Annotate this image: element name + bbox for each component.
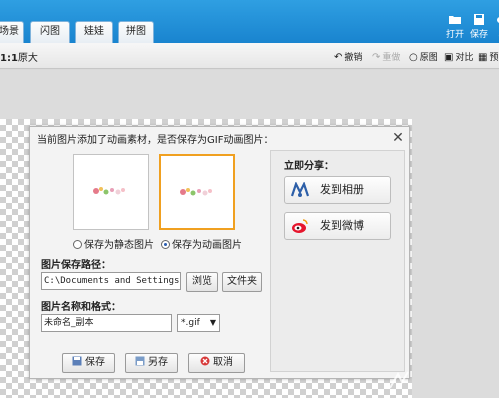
open-label: 打开 <box>445 30 464 40</box>
preview-icon: ▦ <box>478 52 488 63</box>
radio-circle <box>73 240 82 249</box>
cancel-label: 取消 <box>213 357 233 368</box>
share-album-button[interactable]: 发到相册 <box>284 176 391 204</box>
original-label: 原图 <box>419 53 438 63</box>
close-icon[interactable]: ✕ <box>391 131 405 145</box>
animated-preview-thumbnail[interactable] <box>159 154 235 230</box>
preview-art <box>180 188 212 196</box>
album-icon <box>291 182 309 197</box>
radio-circle-selected <box>161 240 170 249</box>
compare-icon: ▣ <box>444 52 454 63</box>
static-preview-thumbnail[interactable] <box>73 154 149 230</box>
save-as-button[interactable]: 另存 <box>125 353 178 373</box>
weibo-icon <box>292 219 308 233</box>
save-button[interactable]: 保存 <box>62 353 115 373</box>
open-button[interactable]: 打开 <box>442 14 468 40</box>
toolbar: 1:1原大 ↶ 撤销 ↷ 重做 ○ 原图 ▣ 对比 ▦ 预 <box>0 43 499 69</box>
top-bar: 场景 闪图 娃娃 拼图 打开 保存 着 <box>0 0 499 43</box>
save-path-input[interactable]: C:\Documents and Settings\Ac <box>41 272 181 290</box>
undo-button[interactable]: ↶ 撤销 <box>334 50 362 63</box>
cancel-button[interactable]: 取消 <box>188 353 245 373</box>
browse-button[interactable]: 浏览 <box>186 272 218 292</box>
zoom-label: 原大 <box>17 53 38 64</box>
redo-label: 重做 <box>382 53 401 63</box>
redo-icon: ↷ <box>372 52 381 63</box>
format-select[interactable]: *.gif ▼ <box>177 314 220 332</box>
circle-icon: ○ <box>409 52 418 63</box>
compare-button[interactable]: ▣ 对比 <box>444 50 473 63</box>
original-button[interactable]: ○ 原图 <box>409 50 438 63</box>
share-title: 立即分享： <box>284 161 334 172</box>
save-gif-dialog: 当前图片添加了动画素材，是否保存为GIF动画图片： ✕ 保存为静态图片 保存为动… <box>29 126 410 379</box>
share-weibo-button[interactable]: 发到微博 <box>284 212 391 240</box>
cancel-icon <box>200 356 210 366</box>
tab-puzzle[interactable]: 拼图 <box>118 21 154 43</box>
file-name-input[interactable]: 未命名_副本 <box>41 314 172 332</box>
radio-save-animated[interactable]: 保存为动画图片 <box>161 236 242 251</box>
save-top-button[interactable]: 保存 <box>466 14 492 40</box>
save-top-label: 保存 <box>469 30 488 40</box>
preview-button[interactable]: ▦ 预 <box>478 50 498 63</box>
save-label: 保存 <box>85 357 105 368</box>
watermark-logo <box>389 371 409 389</box>
tab-flash[interactable]: 闪图 <box>30 21 70 43</box>
chevron-down-icon: ▼ <box>209 318 216 327</box>
save-icon <box>474 14 484 25</box>
save-icon <box>72 356 82 366</box>
undo-icon: ↶ <box>334 52 343 63</box>
save-as-icon <box>135 356 145 366</box>
share-weibo-label: 发到微博 <box>320 219 364 232</box>
save-path-label: 图片保存路径： <box>41 260 111 271</box>
preview-art <box>93 187 125 195</box>
share-panel: 立即分享： 发到相册 发到微博 <box>270 150 405 372</box>
compare-label: 对比 <box>455 53 474 63</box>
zoom-ratio: 1:1 <box>0 53 18 64</box>
tab-scene[interactable]: 场景 <box>0 21 24 43</box>
radio-static-label: 保存为静态图片 <box>84 240 154 251</box>
tab-doll[interactable]: 娃娃 <box>75 21 113 43</box>
format-value: *.gif <box>181 318 200 328</box>
preview-label: 预 <box>489 53 499 63</box>
undo-label: 撤销 <box>344 53 363 63</box>
redo-button[interactable]: ↷ 重做 <box>372 50 400 63</box>
radio-save-static[interactable]: 保存为静态图片 <box>73 236 154 251</box>
more-top-button[interactable]: 着 <box>490 14 499 40</box>
radio-animated-label: 保存为动画图片 <box>172 240 242 251</box>
share-album-label: 发到相册 <box>320 183 364 196</box>
open-folder-button[interactable]: 文件夹 <box>222 272 262 292</box>
dialog-title: 当前图片添加了动画素材，是否保存为GIF动画图片： <box>37 135 274 146</box>
file-name-label: 图片名称和格式： <box>41 302 121 313</box>
save-as-label: 另存 <box>148 357 168 368</box>
zoom-control[interactable]: 1:1原大 <box>0 49 38 64</box>
folder-icon <box>449 16 461 24</box>
